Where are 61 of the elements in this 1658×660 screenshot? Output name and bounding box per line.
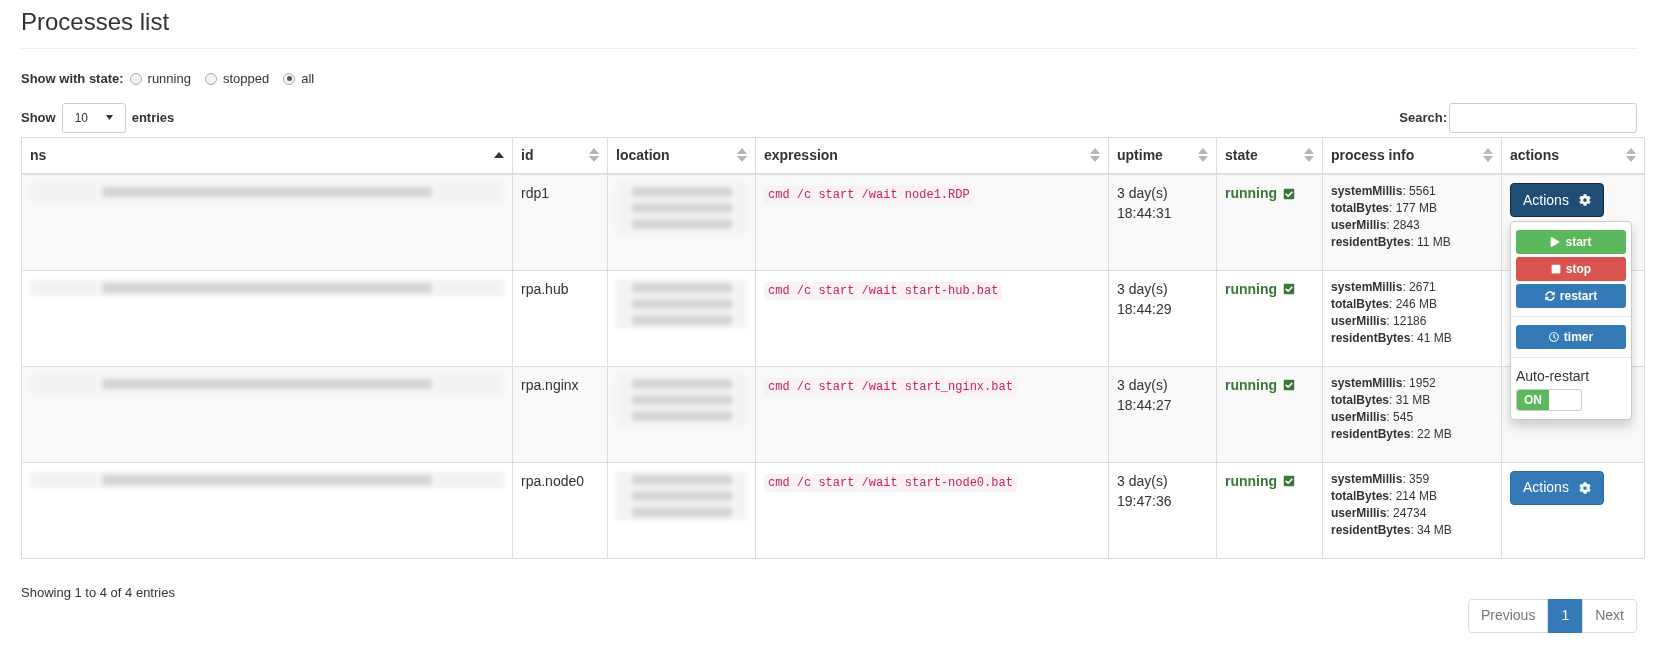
actions-button[interactable]: Actions (1510, 183, 1604, 217)
state-text: running (1225, 375, 1278, 395)
length-label: Show (21, 108, 56, 127)
expression-code: cmd /c start /wait node1.RDP (764, 186, 974, 204)
process-info-line: totalBytes: 177 MB (1331, 200, 1438, 217)
search-label: Search: (1399, 108, 1447, 127)
state-radio[interactable]: stopped (204, 69, 270, 89)
process-info-line: userMillis: 545 (1331, 408, 1414, 426)
process-info-line: residentBytes: 34 MB (1331, 521, 1452, 539)
menu-action-button[interactable]: restart (1516, 284, 1626, 308)
state-text: running (1225, 279, 1278, 299)
expression-code: cmd /c start /wait start-hub.bat (764, 281, 1003, 300)
filter-label: Show with state: (21, 70, 124, 88)
action-icon (1550, 237, 1561, 247)
uptime-text: 3 day(s) (1117, 279, 1169, 299)
expression-code: cmd /c start /wait start_nginx.bat (764, 377, 1017, 396)
entries-select[interactable]: 10 (61, 102, 126, 133)
uptime-text: 18:44:27 (1117, 395, 1173, 415)
state-radio[interactable]: all (283, 69, 315, 89)
process-info-line: totalBytes: 246 MB (1331, 295, 1438, 313)
settings-icon (1578, 194, 1591, 206)
action-icon (1548, 332, 1559, 342)
table-cell: rpa.hub (512, 270, 608, 366)
state-radio[interactable]: running (129, 69, 191, 89)
process-info-line: totalBytes: 214 MB (1331, 487, 1438, 505)
state-text: running (1225, 471, 1278, 491)
uptime-text: 3 day(s) (1117, 184, 1169, 203)
uptime-text: 19:47:36 (1117, 491, 1173, 511)
actions-button[interactable]: Actions (1510, 470, 1604, 505)
process-info-line: userMillis: 2843 (1331, 217, 1420, 234)
length-label: entries (131, 108, 175, 127)
expression-code: cmd /c start /wait start-node0.bat (764, 473, 1017, 492)
search-field[interactable] (1449, 102, 1637, 133)
process-info-line: userMillis: 24734 (1331, 504, 1427, 522)
page-button[interactable]: 1 (1548, 598, 1583, 633)
process-info-line: systemMillis: 1952 (1331, 374, 1436, 392)
uptime-text: 3 day(s) (1117, 375, 1169, 395)
action-icon (1550, 264, 1561, 274)
uptime-text: 18:44:29 (1117, 299, 1173, 319)
table-cell: rpa.nginx (512, 366, 608, 462)
settings-icon (1578, 481, 1591, 494)
caret-icon (105, 115, 113, 120)
table-cell: rpa.node0 (512, 462, 608, 558)
entries-info: Showing 1 to 4 of 4 entries (21, 583, 175, 602)
state-text: running (1225, 184, 1278, 203)
auto-restart-label: Auto-restart (1516, 367, 1591, 386)
process-info-line: systemMillis: 5561 (1331, 183, 1436, 200)
process-info-line: residentBytes: 22 MB (1331, 425, 1452, 443)
process-info-line: totalBytes: 31 MB (1331, 391, 1431, 409)
process-info-line: userMillis: 12186 (1331, 312, 1427, 330)
process-info-line: residentBytes: 41 MB (1331, 329, 1452, 347)
table-cell: rdp1 (512, 174, 608, 270)
menu-action-button[interactable]: timer (1516, 325, 1626, 349)
process-info-line: residentBytes: 11 MB (1331, 234, 1451, 251)
uptime-text: 3 day(s) (1117, 471, 1169, 491)
process-info-line: systemMillis: 2671 (1331, 278, 1436, 296)
process-info-line: systemMillis: 359 (1331, 470, 1430, 488)
uptime-text: 18:44:31 (1117, 204, 1173, 223)
page-title: Processes list (21, 4, 1637, 49)
menu-action-button[interactable]: stop (1516, 257, 1626, 281)
action-icon (1544, 291, 1555, 301)
